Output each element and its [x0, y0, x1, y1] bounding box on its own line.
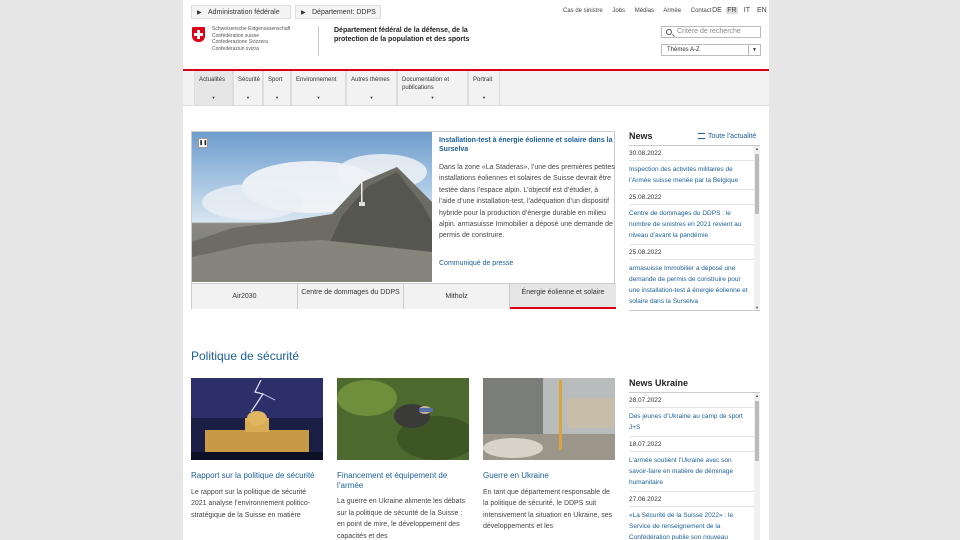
top-links: Cas de sinistre Jobs Médias Armée Contac…: [563, 8, 719, 14]
carousel-tabs: Air2030 Centre de dommages du DDPS Mitho…: [192, 283, 616, 310]
chevron-right-icon: ▶: [301, 10, 306, 16]
featured-carousel: ❚❚ Installation-test à énergie éolienne …: [191, 131, 616, 310]
news-item-link[interactable]: armasuisse Immobilier a déposé une deman…: [629, 260, 760, 310]
link-cas-de-sinistre[interactable]: Cas de sinistre: [563, 8, 603, 14]
department-name: Département fédéral de la défense, de la…: [334, 27, 470, 43]
news-date: 27.06.2022: [629, 492, 760, 507]
themes-select-value: Thèmes A-Z: [667, 47, 700, 53]
mountain-illustration: [192, 154, 432, 282]
news-date: 25.08.2022: [629, 190, 760, 205]
pause-button[interactable]: ❚❚: [198, 138, 208, 148]
tab-mitholz[interactable]: Mitholz: [404, 283, 510, 309]
nav-sport[interactable]: Sport ▼: [263, 71, 291, 105]
card-image-parliament[interactable]: [191, 378, 323, 460]
tab-centre-dommages[interactable]: Centre de dommages du DDPS: [298, 283, 404, 309]
soldier-in-grass-illustration: [337, 378, 469, 460]
slide-body: Dans la zone «La Staderas», l’une des pr…: [439, 164, 615, 240]
ruined-street-illustration: [483, 378, 615, 460]
language-switcher: DE FR IT EN: [711, 7, 769, 14]
news-item-link[interactable]: L’armée soutient l’Ukraine avec son savo…: [629, 452, 760, 492]
news-item-link[interactable]: Inspection des activités militaires de l…: [629, 161, 760, 190]
chevron-down-icon: ▼: [748, 45, 760, 55]
link-medias[interactable]: Médias: [635, 8, 654, 14]
news-ukraine-title: News Ukraine: [629, 378, 689, 388]
nav-portrait[interactable]: Portrait ▼: [468, 71, 500, 105]
card-image-ukraine[interactable]: [483, 378, 615, 460]
nav-securite[interactable]: Sécurité ▼: [233, 71, 263, 105]
chevron-down-icon: ▼: [369, 95, 374, 100]
breadcrumb-department[interactable]: ▶ Département: DDPS: [295, 5, 381, 19]
slide-title[interactable]: Installation-test à énergie éolienne et …: [439, 137, 615, 154]
main-nav: Actualités ▼ Sécurité ▼ Sport ▼ Environneme…: [183, 71, 769, 106]
logo-divider: [318, 26, 319, 56]
chevron-down-icon: ▼: [211, 95, 216, 100]
card-title[interactable]: Guerre en Ukraine: [483, 471, 615, 481]
scrollbar-thumb[interactable]: [755, 401, 759, 461]
scroll-down-icon[interactable]: ▼: [754, 305, 760, 310]
news-item-link[interactable]: Des jeunes d’Ukraine au camp de sport J+…: [629, 408, 760, 437]
chevron-down-icon: ▼: [246, 95, 250, 100]
link-contact[interactable]: Contact: [691, 8, 712, 14]
chevron-down-icon: ▼: [482, 95, 486, 100]
link-jobs[interactable]: Jobs: [612, 8, 625, 14]
card-title[interactable]: Rapport sur la politique de sécurité: [191, 471, 323, 481]
slide-image-mountain[interactable]: ❚❚: [192, 132, 432, 282]
tab-energie-eolienne[interactable]: Énergie éolienne et solaire: [510, 283, 616, 309]
nav-actualites[interactable]: Actualités ▼: [194, 71, 233, 105]
breadcrumb-label: Département: DDPS: [312, 9, 376, 16]
chevron-down-icon: ▼: [275, 95, 279, 100]
themes-select[interactable]: Thèmes A-Z ▼: [661, 44, 761, 56]
section-title: Politique de sécurité: [191, 349, 300, 363]
news-list: 30.08.2022 Inspection des activités mili…: [629, 145, 760, 311]
nav-documentation[interactable]: Documentation et publications ▼: [397, 71, 468, 105]
scrollbar-thumb[interactable]: [755, 154, 759, 214]
page: ▶ Administration fédérale ▶ Département:…: [183, 0, 769, 540]
list-icon: [698, 133, 705, 139]
card-body: Le rapport sur la politique de sécurité …: [191, 488, 311, 519]
news-ukraine-scrollbar[interactable]: ▲: [754, 393, 760, 540]
lang-en[interactable]: EN: [756, 7, 768, 14]
card-army-financing[interactable]: Financement et équipement de l’armée La …: [337, 378, 469, 540]
card-war-ukraine[interactable]: Guerre en Ukraine En tant que départemen…: [483, 378, 615, 533]
parliament-night-illustration: [191, 378, 323, 460]
card-body: En tant que département responsable de l…: [483, 488, 613, 531]
top-bar: ▶ Administration fédérale ▶ Département:…: [183, 0, 769, 22]
confederation-logo-text[interactable]: Schweizerische Eidgenossenschaft Confédé…: [212, 26, 290, 52]
news-date: 18.07.2022: [629, 437, 760, 452]
chevron-down-icon: ▼: [430, 95, 435, 100]
breadcrumb-label: Administration fédérale: [208, 9, 280, 16]
search-input[interactable]: Critère de recherche: [661, 26, 761, 38]
card-security-report[interactable]: Rapport sur la politique de sécurité Le …: [191, 378, 323, 521]
card-title[interactable]: Financement et équipement de l’armée: [337, 471, 469, 490]
chevron-right-icon: ▶: [197, 10, 202, 16]
nav-environnement[interactable]: Environnement ▼: [291, 71, 346, 105]
news-date: 28.07.2022: [629, 393, 760, 408]
news-scrollbar[interactable]: ▲ ▼: [754, 146, 760, 310]
news-date: 25.08.2022: [629, 245, 760, 260]
chevron-down-icon: ▼: [316, 95, 321, 100]
scroll-up-icon[interactable]: ▲: [754, 146, 760, 151]
tab-air2030[interactable]: Air2030: [192, 283, 298, 309]
news-ukraine-list: 28.07.2022 Des jeunes d’Ukraine au camp …: [629, 392, 760, 540]
card-image-soldier[interactable]: [337, 378, 469, 460]
search-icon: [666, 29, 672, 35]
search-placeholder: Critère de recherche: [677, 28, 741, 35]
all-news-link[interactable]: Toute l’actualité: [698, 133, 756, 140]
lang-it[interactable]: IT: [741, 7, 753, 14]
nav-autres-themes[interactable]: Autres thèmes ▼: [346, 71, 397, 105]
news-item-link[interactable]: Centre de dommages du DDPS : le nombre d…: [629, 205, 760, 245]
news-title: News: [629, 131, 653, 141]
lang-fr[interactable]: FR: [725, 7, 738, 14]
lang-de[interactable]: DE: [711, 7, 723, 14]
news-item-link[interactable]: «La Sécurité de la Suisse 2022» : le Ser…: [629, 507, 760, 540]
press-release-link[interactable]: Communiqué de presse: [439, 260, 513, 267]
link-armee[interactable]: Armée: [663, 8, 681, 14]
swiss-cross-logo-icon[interactable]: [192, 27, 205, 42]
card-body: La guerre en Ukraine alimente les débats…: [337, 498, 466, 540]
breadcrumb-federal-admin[interactable]: ▶ Administration fédérale: [191, 5, 291, 19]
scroll-up-icon[interactable]: ▲: [754, 393, 760, 398]
news-date: 30.08.2022: [629, 146, 760, 161]
